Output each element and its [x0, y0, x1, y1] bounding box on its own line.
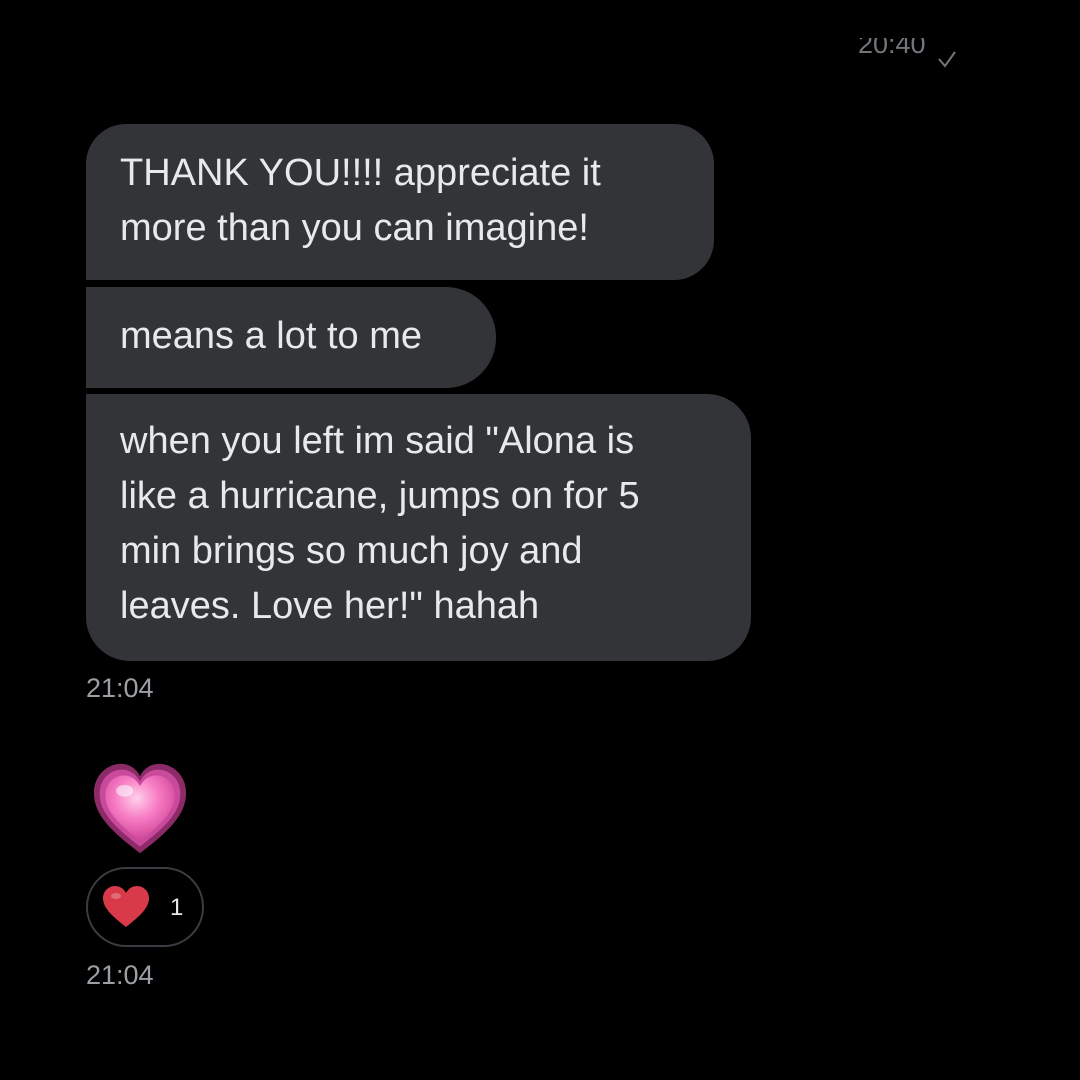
growing-heart-icon[interactable]	[92, 762, 188, 858]
message-bubble[interactable]: when you left im said "Alona is like a h…	[86, 394, 751, 661]
check-icon	[937, 51, 956, 68]
message-bubble[interactable]: means a lot to me	[86, 287, 496, 388]
message-timestamp: 21:04	[86, 673, 154, 703]
previous-message-meta: 20:40	[858, 38, 958, 78]
previous-message-timestamp: 20:40	[858, 38, 926, 59]
reaction-count: 1	[170, 894, 184, 921]
message-timestamp: 21:04	[86, 960, 154, 990]
red-heart-icon	[103, 886, 149, 927]
message-bubble[interactable]: THANK YOU!!!! appreciate it more than yo…	[86, 124, 714, 280]
reaction-pill[interactable]: 1	[86, 867, 204, 947]
